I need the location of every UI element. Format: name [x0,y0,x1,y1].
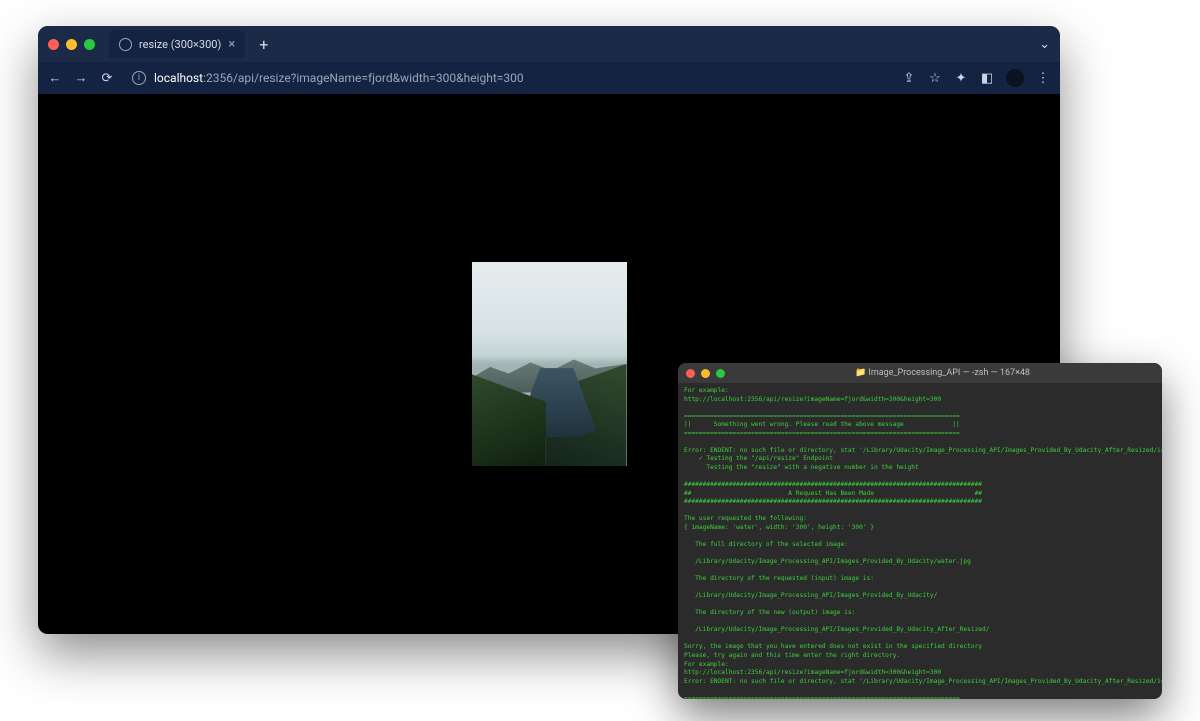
share-icon[interactable]: ⇪ [902,71,916,86]
globe-icon [119,38,132,51]
new-tab-button[interactable]: + [253,35,274,54]
kebab-menu-icon[interactable]: ⋮ [1036,71,1050,86]
toolbar-right: ⇪ ☆ ✦ ◧ ⋮ [902,69,1050,87]
terminal-title: 📁 Image_Processing_API — -zsh — 167×48 [731,368,1154,378]
address-bar[interactable]: i localhost:2356/api/resize?imageName=fj… [126,65,890,91]
minimize-window-button[interactable] [66,39,77,50]
back-button[interactable]: ← [48,70,62,86]
bookmark-star-icon[interactable]: ☆ [928,71,942,86]
terminal-output[interactable]: For example: http://localhost:2356/api/r… [678,383,1162,699]
browser-tab[interactable]: resize (300×300) × [109,30,245,58]
maximize-window-button[interactable] [716,369,725,378]
browser-toolbar: ← → ⟳ i localhost:2356/api/resize?imageN… [38,62,1060,94]
chevron-down-icon[interactable]: ⌄ [1039,37,1050,52]
window-controls [48,39,95,50]
profile-avatar[interactable] [1006,69,1024,87]
reload-button[interactable]: ⟳ [100,71,114,86]
close-tab-icon[interactable]: × [228,38,235,51]
close-window-button[interactable] [48,39,59,50]
resized-image [472,262,627,466]
terminal-window: 📁 Image_Processing_API — -zsh — 167×48 F… [678,363,1162,699]
tab-title: resize (300×300) [139,38,221,51]
forward-button[interactable]: → [74,70,88,86]
minimize-window-button[interactable] [701,369,710,378]
url-host: localhost [154,71,203,85]
site-info-icon[interactable]: i [132,71,146,85]
close-window-button[interactable] [686,369,695,378]
extensions-icon[interactable]: ✦ [954,71,968,86]
window-icon[interactable]: ◧ [980,71,994,86]
maximize-window-button[interactable] [84,39,95,50]
url-path: :2356/api/resize?imageName=fjord&width=3… [203,71,524,85]
tab-strip: resize (300×300) × + ⌄ [38,26,1060,62]
terminal-titlebar: 📁 Image_Processing_API — -zsh — 167×48 [678,363,1162,383]
